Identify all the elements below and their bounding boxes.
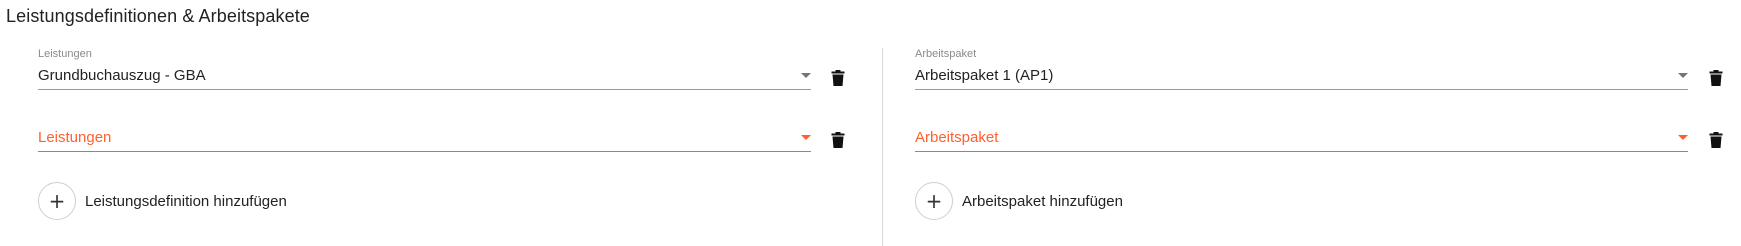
trash-icon[interactable] (831, 70, 845, 86)
caret-down-icon[interactable] (1678, 73, 1688, 78)
add-leistungsdefinition-button[interactable]: + Leistungsdefinition hinzufügen (38, 182, 287, 220)
trash-icon[interactable] (831, 132, 845, 148)
field-underline (38, 89, 811, 90)
leistungen-select-empty[interactable]: Leistungen (38, 110, 811, 154)
trash-icon[interactable] (1709, 132, 1723, 148)
plus-icon[interactable]: + (915, 182, 953, 220)
trash-icon[interactable] (1709, 70, 1723, 86)
leistungen-select-filled[interactable]: Leistungen Grundbuchauszug - GBA (38, 48, 811, 92)
caret-down-icon[interactable] (801, 73, 811, 78)
field-underline-error (38, 151, 811, 152)
plus-icon[interactable]: + (38, 182, 76, 220)
leistungen-placeholder: Leistungen (38, 129, 112, 146)
column-divider (882, 48, 883, 246)
arbeitspaket-placeholder: Arbeitspaket (915, 129, 999, 146)
add-arbeitspaket-button[interactable]: + Arbeitspaket hinzufügen (915, 182, 1123, 220)
arbeitspaket-value: Arbeitspaket 1 (AP1) (915, 67, 1054, 84)
arbeitspaket-select-empty[interactable]: Arbeitspaket (915, 110, 1688, 154)
leistungen-value: Grundbuchauszug - GBA (38, 67, 206, 84)
add-arbeitspaket-label: Arbeitspaket hinzufügen (962, 192, 1123, 210)
field-underline-error (915, 151, 1688, 152)
leistungen-label: Leistungen (38, 48, 92, 60)
section-title: Leistungsdefinitionen & Arbeitspakete (6, 6, 310, 26)
caret-down-icon[interactable] (1678, 135, 1688, 140)
field-underline (915, 89, 1688, 90)
caret-down-icon[interactable] (801, 135, 811, 140)
arbeitspaket-label: Arbeitspaket (915, 48, 977, 60)
add-leistungsdefinition-label: Leistungsdefinition hinzufügen (85, 192, 287, 210)
arbeitspaket-select-filled[interactable]: Arbeitspaket Arbeitspaket 1 (AP1) (915, 48, 1688, 92)
